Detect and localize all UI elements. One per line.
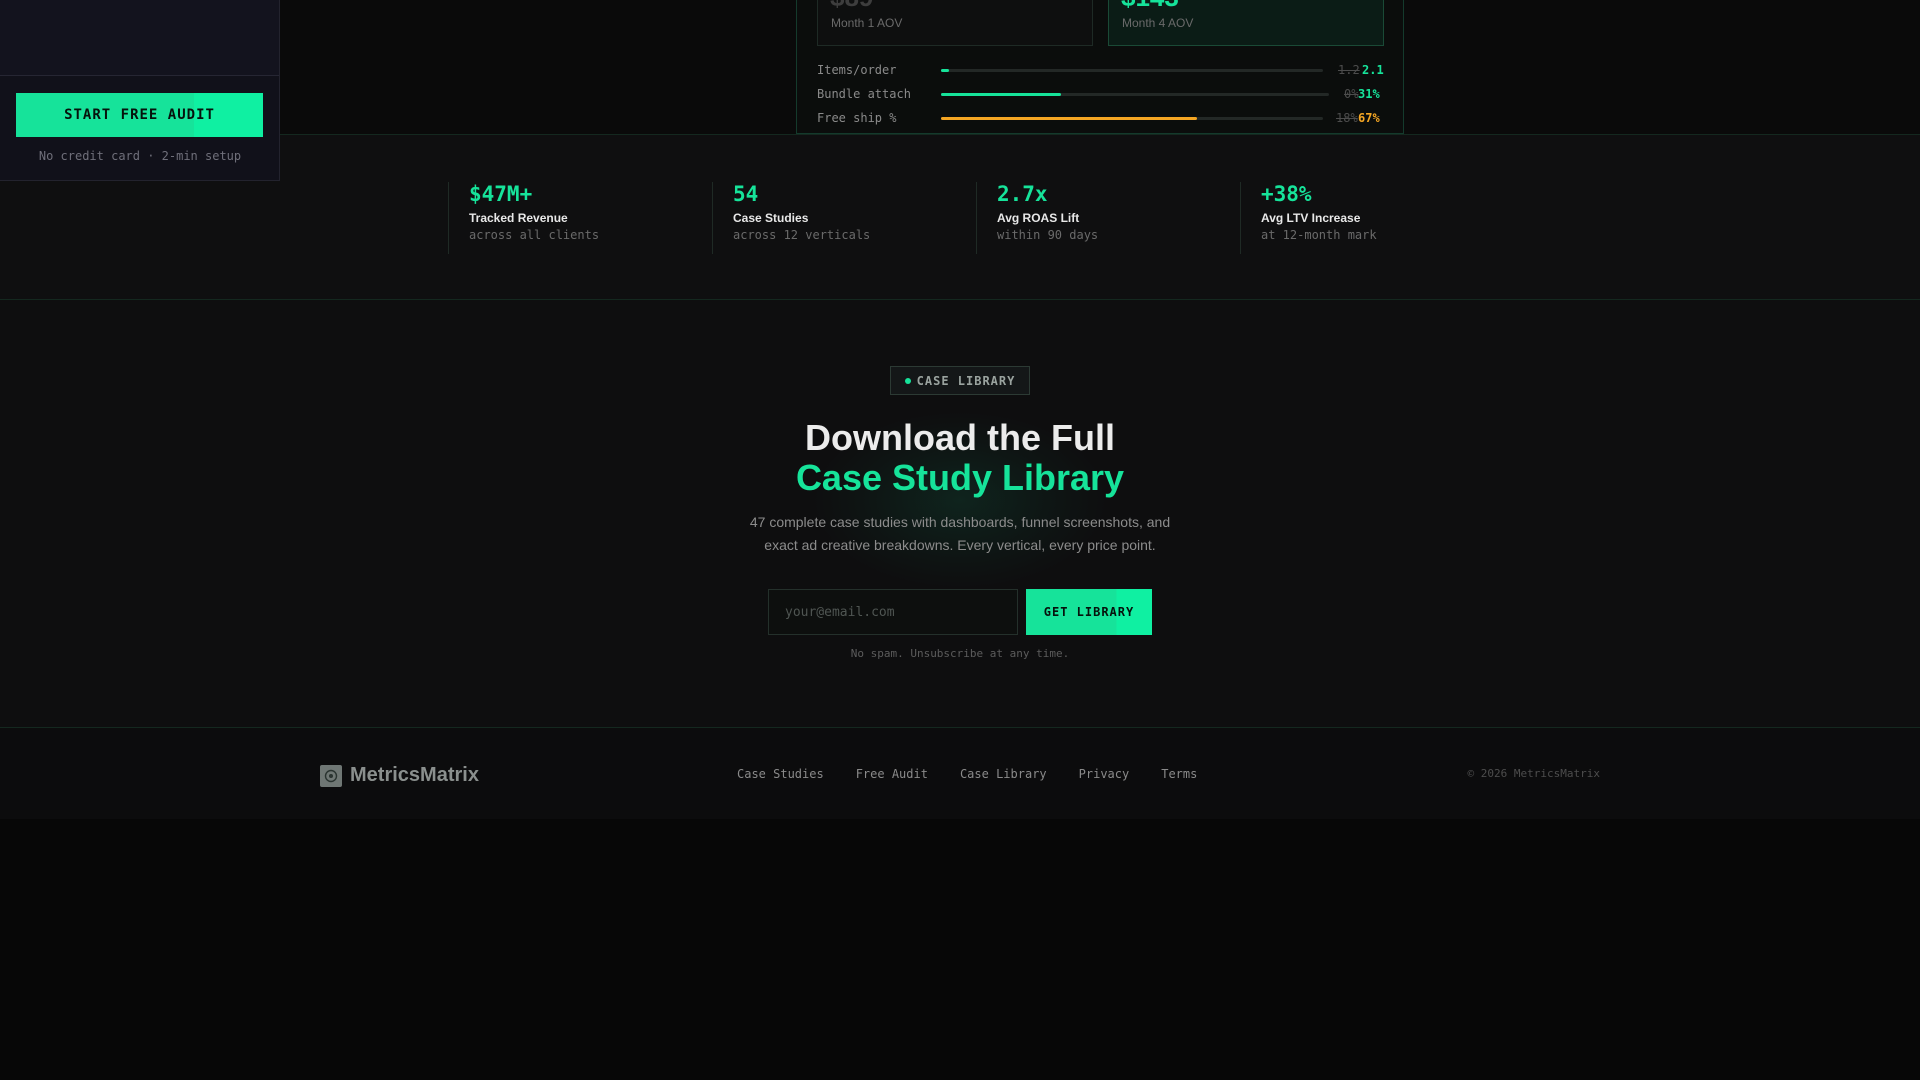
aov-before-label: Month 1 AOV bbox=[831, 16, 903, 30]
headline-line-2: Case Study Library bbox=[795, 457, 1125, 498]
email-field[interactable] bbox=[768, 589, 1018, 635]
aov-after-label: Month 4 AOV bbox=[1122, 16, 1194, 30]
stat-value: 54 bbox=[733, 182, 759, 206]
headline-line-1: Download the Full bbox=[805, 417, 1115, 458]
footer-link-case-studies[interactable]: Case Studies bbox=[737, 767, 824, 781]
aov-after-value: $143 bbox=[1121, 0, 1179, 10]
stat-label: Case Studies bbox=[733, 211, 809, 225]
stats-section: $47M+ Tracked Revenue across all clients… bbox=[0, 134, 1920, 300]
aov-card-before: $89 Month 1 AOV bbox=[817, 0, 1093, 46]
stat-label: Tracked Revenue bbox=[469, 211, 568, 225]
get-library-button[interactable]: GET LIBRARY bbox=[1026, 589, 1152, 635]
library-description: 47 complete case studies with dashboards… bbox=[749, 514, 1171, 553]
metric-after-value: 31% bbox=[1358, 87, 1380, 101]
footer-link-free-audit[interactable]: Free Audit bbox=[856, 767, 928, 781]
top-band: $89 Month 1 AOV $143 Month 4 AOV Items/o… bbox=[0, 0, 1920, 134]
metric-label: Free ship % bbox=[817, 111, 897, 125]
stat-value: $47M+ bbox=[469, 182, 533, 206]
footer-logo[interactable]: MetricsMatrix bbox=[320, 764, 479, 787]
case-library-section: CASE LIBRARY Download the Full Case Stud… bbox=[0, 300, 1920, 727]
stat-tracked-revenue: $47M+ Tracked Revenue across all clients bbox=[448, 182, 698, 254]
aov-comparison-panel: $89 Month 1 AOV $143 Month 4 AOV Items/o… bbox=[796, 0, 1404, 134]
stat-value: 2.7x bbox=[997, 182, 1048, 206]
copyright: © 2026 MetricsMatrix bbox=[1467, 767, 1600, 780]
stat-sub: within 90 days bbox=[997, 228, 1099, 242]
stat-case-studies: 54 Case Studies across 12 verticals bbox=[712, 182, 962, 254]
stat-sub: across all clients bbox=[469, 228, 600, 242]
aov-card-after: $143 Month 4 AOV bbox=[1108, 0, 1384, 46]
brand-logo-icon bbox=[320, 764, 342, 787]
pill-label: CASE LIBRARY bbox=[916, 373, 1016, 388]
stat-avg-ltv-increase: +38% Avg LTV Increase at 12-month mark bbox=[1240, 182, 1490, 254]
case-library-pill: CASE LIBRARY bbox=[890, 366, 1030, 395]
footer-link-terms[interactable]: Terms bbox=[1161, 767, 1197, 781]
page-bottom-blank bbox=[0, 819, 1920, 1080]
metric-row-free-ship: Free ship % 18% 67% bbox=[817, 110, 1387, 126]
metric-row-bundle-attach: Bundle attach 0% 31% bbox=[817, 86, 1387, 102]
metric-after-value: 2.1 bbox=[1362, 63, 1384, 77]
stat-value: +38% bbox=[1261, 182, 1312, 206]
metric-before-value: 0% bbox=[1344, 87, 1359, 101]
metric-track bbox=[941, 93, 1329, 96]
metric-fill bbox=[941, 117, 1197, 120]
metric-after-value: 67% bbox=[1358, 111, 1380, 125]
library-headline: Download the Full Case Study Library bbox=[0, 418, 1920, 498]
footer-nav: Case Studies Free Audit Case Library Pri… bbox=[737, 767, 1197, 781]
metric-before-value: 1.2 bbox=[1338, 63, 1360, 77]
footer-link-case-library[interactable]: Case Library bbox=[960, 767, 1047, 781]
metric-track bbox=[941, 69, 1323, 72]
metric-row-items-per-order: Items/order 1.2 2.1 bbox=[817, 62, 1387, 78]
stat-sub: across 12 verticals bbox=[733, 228, 871, 242]
metric-fill bbox=[941, 93, 1062, 96]
footer-link-privacy[interactable]: Privacy bbox=[1079, 767, 1130, 781]
stat-avg-roas-lift: 2.7x Avg ROAS Lift within 90 days bbox=[976, 182, 1226, 254]
no-spam-note: No spam. Unsubscribe at any time. bbox=[850, 647, 1070, 660]
sidebar-top bbox=[0, 0, 279, 76]
metric-before-value: 18% bbox=[1336, 111, 1358, 125]
metric-label: Bundle attach bbox=[817, 87, 911, 101]
brand-name: MetricsMatrix bbox=[350, 764, 479, 786]
stat-label: Avg ROAS Lift bbox=[997, 211, 1080, 225]
cta-note: No credit card · 2-min setup bbox=[38, 149, 242, 163]
status-dot-icon bbox=[904, 377, 911, 384]
metric-fill bbox=[941, 69, 949, 72]
metric-track bbox=[941, 117, 1323, 120]
stat-sub: at 12-month mark bbox=[1261, 228, 1377, 242]
sidebar-panel: START FREE AUDIT No credit card · 2-min … bbox=[0, 0, 280, 181]
stat-label: Avg LTV Increase bbox=[1261, 211, 1361, 225]
start-free-audit-button[interactable]: START FREE AUDIT bbox=[16, 93, 263, 137]
metric-label: Items/order bbox=[817, 63, 897, 77]
aov-before-value: $89 bbox=[830, 0, 873, 10]
footer: MetricsMatrix Case Studies Free Audit Ca… bbox=[0, 727, 1920, 819]
